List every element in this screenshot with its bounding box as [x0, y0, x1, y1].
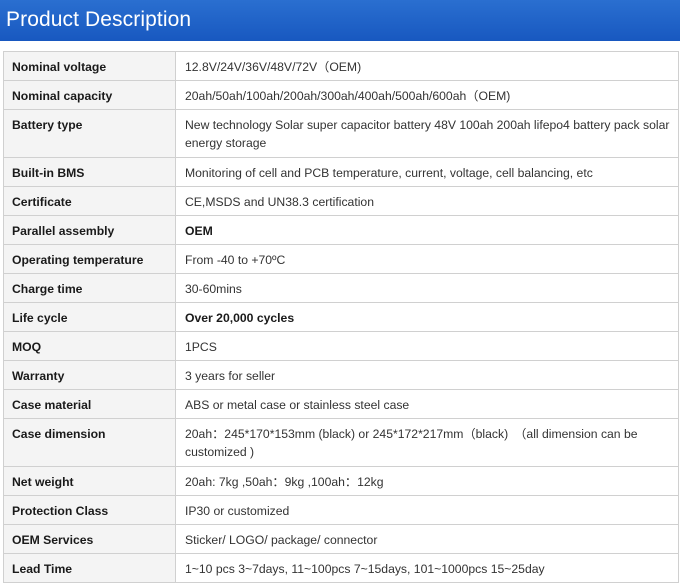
spec-label: Case dimension: [3, 418, 176, 467]
table-row: Parallel assembly OEM: [3, 215, 679, 245]
spec-value: OEM: [175, 215, 679, 245]
spec-value: 20ah: 7kg ,50ah：9kg ,100ah：12kg: [175, 466, 679, 496]
table-row: Net weight 20ah: 7kg ,50ah：9kg ,100ah：12…: [3, 466, 679, 496]
spec-label: Certificate: [3, 186, 176, 216]
table-row: Nominal voltage 12.8V/24V/36V/48V/72V（OE…: [3, 51, 679, 81]
spec-value: From -40 to +70ºC: [175, 244, 679, 274]
spec-table-body: Nominal voltage 12.8V/24V/36V/48V/72V（OE…: [3, 51, 679, 583]
spec-value: 1~10 pcs 3~7days, 11~100pcs 7~15days, 10…: [175, 553, 679, 583]
spec-value: 1PCS: [175, 331, 679, 361]
table-row: Nominal capacity 20ah/50ah/100ah/200ah/3…: [3, 80, 679, 110]
spec-value: Over 20,000 cycles: [175, 302, 679, 332]
spec-label: Parallel assembly: [3, 215, 176, 245]
spec-label: Protection Class: [3, 495, 176, 525]
table-row: Life cycle Over 20,000 cycles: [3, 302, 679, 332]
spec-label: Warranty: [3, 360, 176, 390]
table-row: OEM Services Sticker/ LOGO/ package/ con…: [3, 524, 679, 554]
spec-label: Net weight: [3, 466, 176, 496]
table-row: Case material ABS or metal case or stain…: [3, 389, 679, 419]
spec-value: 12.8V/24V/36V/48V/72V（OEM): [175, 51, 679, 81]
spec-label: MOQ: [3, 331, 176, 361]
spec-label: Operating temperature: [3, 244, 176, 274]
spec-label: Life cycle: [3, 302, 176, 332]
table-row: Built-in BMS Monitoring of cell and PCB …: [3, 157, 679, 187]
spec-value: 30-60mins: [175, 273, 679, 303]
table-row: Battery type New technology Solar super …: [3, 109, 679, 158]
spec-value: 20ah：245*170*153mm (black) or 245*172*21…: [175, 418, 679, 467]
table-row: Certificate CE,MSDS and UN38.3 certifica…: [3, 186, 679, 216]
section-header: Product Description: [0, 0, 680, 41]
spec-label: Lead Time: [3, 553, 176, 583]
spec-label: Nominal capacity: [3, 80, 176, 110]
spec-label: Charge time: [3, 273, 176, 303]
spec-value: 20ah/50ah/100ah/200ah/300ah/400ah/500ah/…: [175, 80, 679, 110]
spec-label: Case material: [3, 389, 176, 419]
spec-label: Nominal voltage: [3, 51, 176, 81]
spec-value: Monitoring of cell and PCB temperature, …: [175, 157, 679, 187]
spec-value: New technology Solar super capacitor bat…: [175, 109, 679, 158]
spec-value: CE,MSDS and UN38.3 certification: [175, 186, 679, 216]
spec-value: ABS or metal case or stainless steel cas…: [175, 389, 679, 419]
spec-label: Built-in BMS: [3, 157, 176, 187]
table-row: MOQ 1PCS: [3, 331, 679, 361]
spec-label: Battery type: [3, 109, 176, 158]
product-spec-table: Nominal voltage 12.8V/24V/36V/48V/72V（OE…: [3, 51, 679, 583]
table-row: Charge time 30-60mins: [3, 273, 679, 303]
table-row: Lead Time 1~10 pcs 3~7days, 11~100pcs 7~…: [3, 553, 679, 583]
table-row: Operating temperature From -40 to +70ºC: [3, 244, 679, 274]
spec-value: Sticker/ LOGO/ package/ connector: [175, 524, 679, 554]
spec-value: IP30 or customized: [175, 495, 679, 525]
table-row: Warranty 3 years for seller: [3, 360, 679, 390]
spec-label: OEM Services: [3, 524, 176, 554]
table-row: Protection Class IP30 or customized: [3, 495, 679, 525]
table-row: Case dimension 20ah：245*170*153mm (black…: [3, 418, 679, 467]
spec-value: 3 years for seller: [175, 360, 679, 390]
section-title: Product Description: [6, 8, 192, 31]
